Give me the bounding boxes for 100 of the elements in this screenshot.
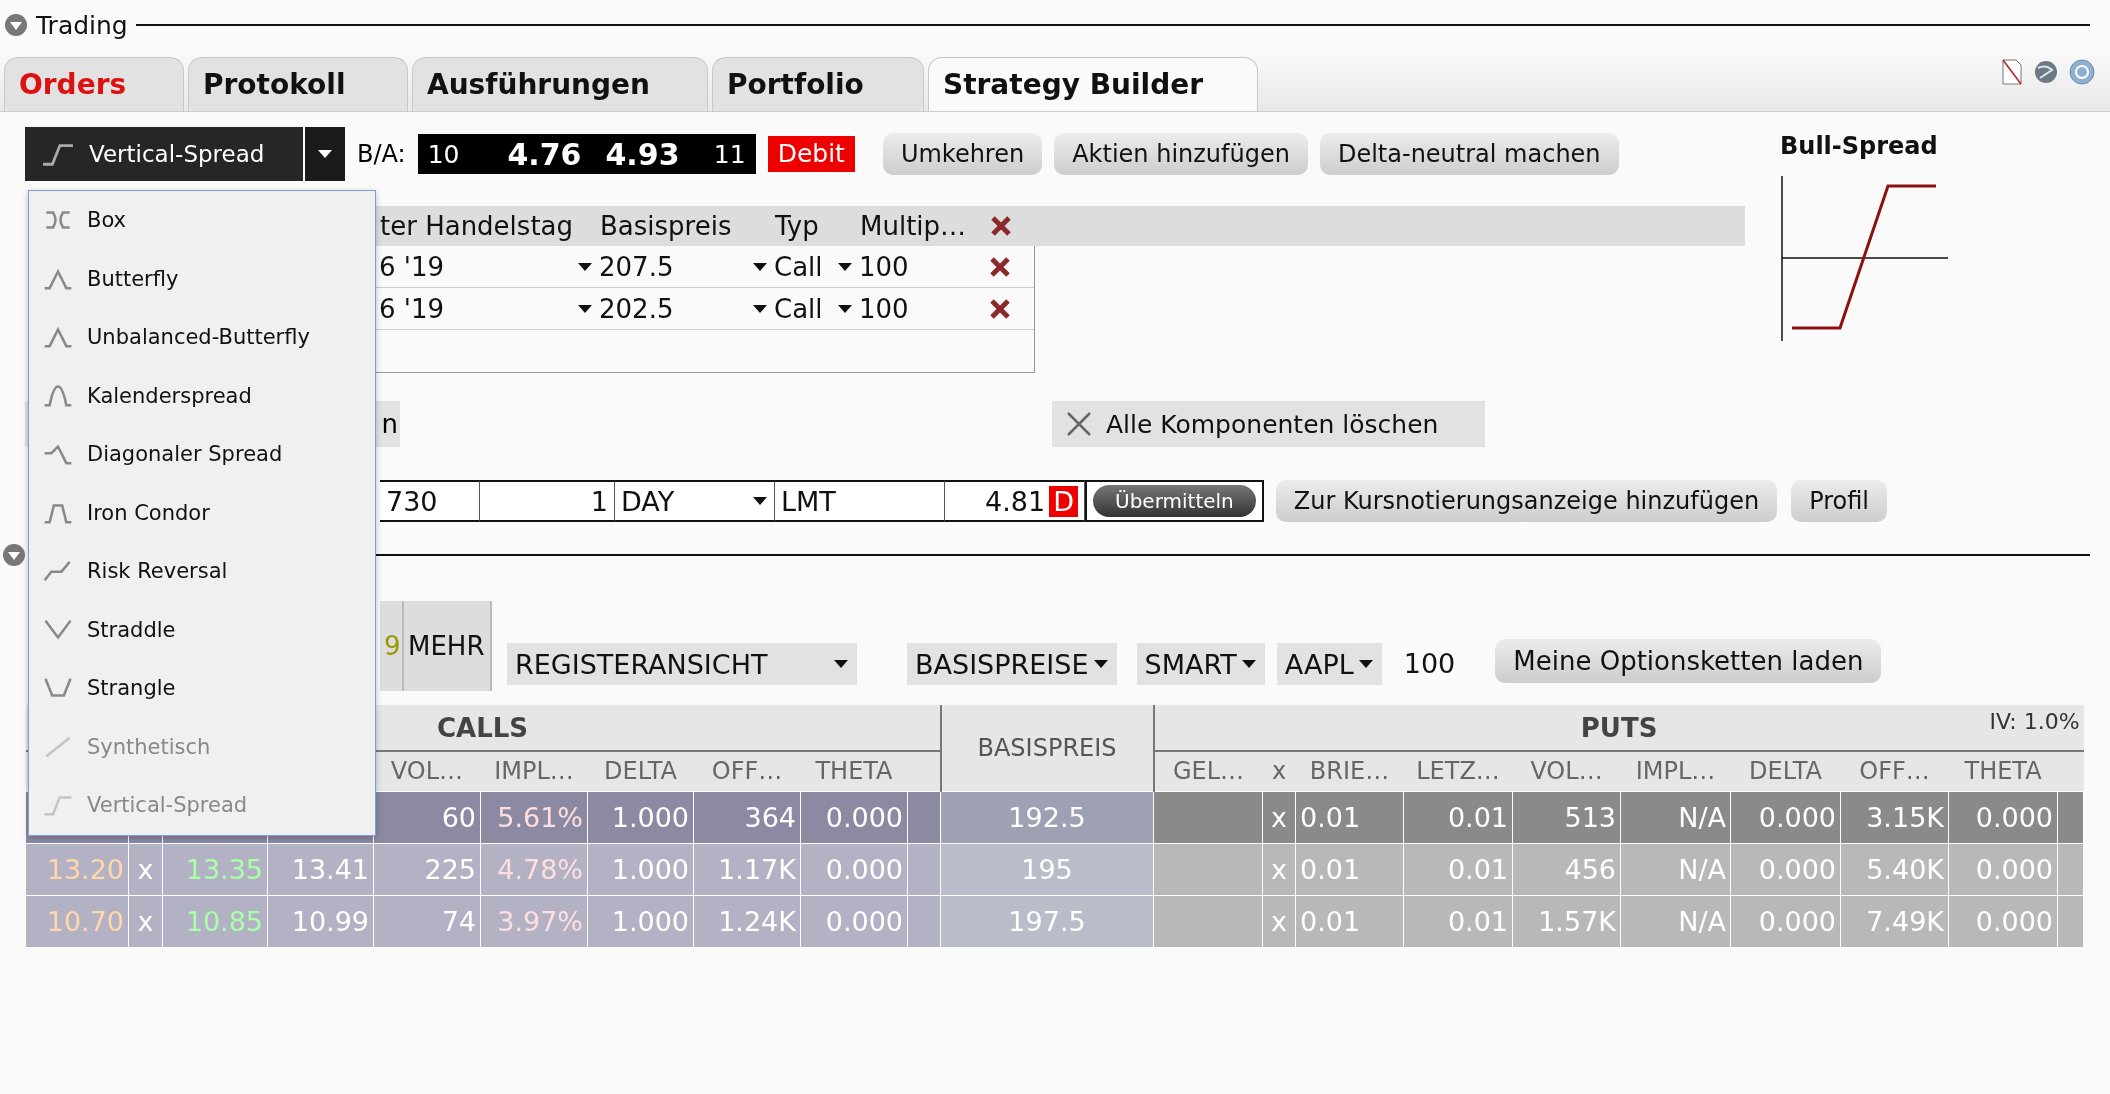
table-cell: 0.01 bbox=[1300, 853, 1361, 885]
action-button[interactable]: Aktien hinzufügen bbox=[1054, 133, 1308, 175]
table-cell: 0.000 bbox=[825, 801, 903, 833]
column-header: OFF… bbox=[1859, 757, 1930, 786]
caret-icon bbox=[752, 496, 768, 506]
table-cell: N/A bbox=[1678, 801, 1726, 833]
document-icon[interactable] bbox=[2000, 58, 2024, 86]
column-header: GEL… bbox=[1172, 757, 1245, 786]
debit-badge: Debit bbox=[767, 136, 855, 172]
section-title: Trading bbox=[36, 10, 128, 40]
column-header: VOL… bbox=[1530, 757, 1603, 786]
table-cell: N/A bbox=[1678, 853, 1726, 885]
action-button[interactable]: Zur Kursnotierungsanzeige hinzufügen bbox=[1275, 480, 1778, 522]
table-cell: 1.17K bbox=[718, 853, 796, 885]
table-cell: 1.000 bbox=[611, 853, 689, 885]
table-cell: 225 bbox=[424, 853, 476, 885]
table-cell: 13.35 bbox=[185, 853, 263, 885]
collapse-icon[interactable] bbox=[2, 543, 26, 567]
tab[interactable]: Orders bbox=[4, 57, 184, 111]
strike-header: BASISPREIS bbox=[977, 733, 1117, 762]
table-cell: 10.70 bbox=[46, 905, 124, 937]
quantity-field[interactable]: 1 bbox=[590, 485, 608, 517]
strategy-select[interactable]: Vertical-Spread bbox=[25, 127, 303, 181]
menu-item[interactable]: Straddle bbox=[29, 600, 375, 659]
type-cell: Call bbox=[774, 293, 823, 324]
table-cell: 5.40K bbox=[1866, 853, 1944, 885]
column-header: THETA bbox=[1964, 757, 2042, 786]
close-icon bbox=[1066, 411, 1092, 437]
column-header: IMPL… bbox=[494, 757, 574, 786]
menu-item[interactable]: Risk Reversal bbox=[29, 542, 375, 601]
menu-item[interactable]: Strangle bbox=[29, 659, 375, 718]
dropdown-button[interactable] bbox=[305, 127, 345, 181]
table-cell: 7.49K bbox=[1866, 905, 1944, 937]
table-cell: 0.000 bbox=[1758, 801, 1836, 833]
table-cell: 13.41 bbox=[291, 853, 369, 885]
delete-icon[interactable] bbox=[989, 255, 1011, 278]
menu-item[interactable]: Butterfly bbox=[29, 249, 375, 308]
table-cell: 60 bbox=[441, 801, 476, 833]
table-cell: 0.000 bbox=[1975, 905, 2053, 937]
symbol-select[interactable]: AAPL bbox=[1276, 643, 1382, 685]
iv-label: IV: 1.0% bbox=[1989, 709, 2080, 734]
menu-item[interactable]: Unbalanced-Butterfly bbox=[29, 308, 375, 367]
table-cell: 0.000 bbox=[1758, 853, 1836, 885]
table-cell: x bbox=[137, 905, 154, 937]
table-cell: 0.000 bbox=[1975, 853, 2053, 885]
load-chains-button[interactable]: Meine Optionsketten laden bbox=[1495, 639, 1882, 683]
table-cell: 10.99 bbox=[291, 905, 369, 937]
table-cell: 1.57K bbox=[1538, 905, 1616, 937]
column-header: x bbox=[1271, 757, 1287, 786]
delete-icon[interactable] bbox=[990, 215, 1012, 237]
bid-price: 4.76 bbox=[507, 136, 582, 172]
caret-icon bbox=[752, 261, 768, 272]
exchange-select[interactable]: SMART bbox=[1136, 643, 1265, 685]
column-header: Typ bbox=[775, 211, 819, 241]
column-header: THETA bbox=[815, 757, 893, 786]
column-header: DELTA bbox=[1749, 757, 1822, 786]
tab[interactable]: Protokoll bbox=[188, 57, 408, 111]
tab[interactable]: Portfolio bbox=[712, 57, 924, 111]
table-cell: 513 bbox=[1564, 801, 1616, 833]
tab[interactable]: Ausführungen bbox=[412, 57, 708, 111]
price-field[interactable]: 4.81 bbox=[985, 485, 1046, 517]
caret-icon bbox=[317, 149, 333, 159]
view-select[interactable]: REGISTERANSICHT bbox=[507, 643, 857, 685]
submit-button[interactable]: Übermitteln bbox=[1093, 485, 1256, 517]
column-header: DELTA bbox=[604, 757, 677, 786]
clear-all-button[interactable]: Alle Komponenten löschen bbox=[1052, 401, 1485, 447]
collapse-icon[interactable] bbox=[4, 13, 28, 37]
action-button[interactable]: Umkehren bbox=[882, 133, 1043, 175]
menu-item[interactable]: Kalenderspread bbox=[29, 366, 375, 425]
table-cell: 0.000 bbox=[1975, 801, 2053, 833]
ask-price: 4.93 bbox=[605, 136, 680, 172]
menu-item[interactable]: Box bbox=[29, 191, 375, 250]
chain-tab[interactable]: MEHR bbox=[404, 601, 492, 691]
strategy-icon bbox=[43, 382, 73, 409]
multiplier-value: 100 bbox=[1403, 648, 1456, 679]
multiplier-cell: 100 bbox=[859, 251, 909, 282]
delete-icon[interactable] bbox=[989, 297, 1011, 320]
type-cell: Call bbox=[774, 251, 823, 282]
table-cell: 5.61% bbox=[497, 801, 583, 833]
column-header: Basispreis bbox=[600, 211, 732, 241]
table-cell: 3.97% bbox=[497, 905, 583, 937]
action-button[interactable]: Delta-neutral machen bbox=[1319, 133, 1619, 175]
action-button[interactable]: Profil bbox=[1791, 480, 1888, 522]
table-cell: 3.15K bbox=[1866, 801, 1944, 833]
table-cell: 0.000 bbox=[825, 853, 903, 885]
tab[interactable]: Strategy Builder bbox=[928, 57, 1258, 111]
bid-ask-label: B/A: bbox=[357, 140, 406, 168]
menu-item[interactable]: Iron Condor bbox=[29, 483, 375, 542]
table-cell: 1.24K bbox=[718, 905, 796, 937]
table-cell: 0.01 bbox=[1300, 905, 1361, 937]
column-header: ter Handelstag bbox=[380, 211, 573, 241]
table-cell: 4.78% bbox=[497, 853, 583, 885]
table-cell: 10.85 bbox=[185, 905, 263, 937]
expiry-cell: 6 '19 bbox=[379, 251, 445, 282]
puts-header: PUTS bbox=[1580, 712, 1658, 743]
column-header: OFF… bbox=[711, 757, 783, 786]
table-cell: x bbox=[1271, 801, 1287, 833]
menu-item[interactable]: Diagonaler Spread bbox=[29, 425, 375, 484]
strikes-select[interactable]: BASISPREISE bbox=[907, 643, 1117, 685]
caret-icon bbox=[752, 303, 768, 314]
